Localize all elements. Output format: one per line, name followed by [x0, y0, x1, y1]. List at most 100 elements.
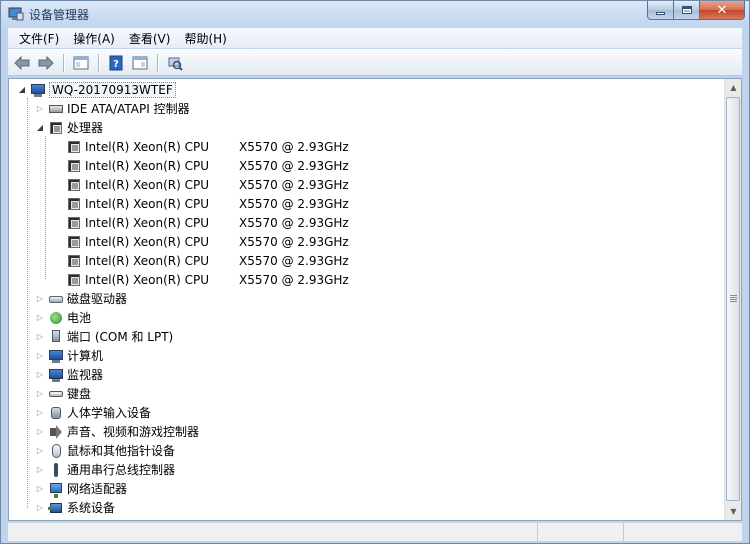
processor-model: X5570 @ 2.93GHz — [239, 177, 349, 192]
tree-node-battery[interactable]: ▷ 电池 — [35, 308, 91, 327]
back-button[interactable] — [12, 53, 32, 73]
processor-name: Intel(R) Xeon(R) CPU — [85, 158, 210, 173]
expand-arrow-icon[interactable]: ▷ — [35, 446, 45, 456]
tree-node-sound[interactable]: ▷ 声音、视频和游戏控制器 — [35, 422, 199, 441]
tree-node-label: 声音、视频和游戏控制器 — [67, 425, 200, 439]
processor-icon — [48, 120, 64, 136]
toolbar-separator — [63, 53, 64, 72]
processor-model: X5570 @ 2.93GHz — [239, 139, 349, 154]
tree-node-label: 系统设备 — [67, 501, 116, 515]
processor-model: X5570 @ 2.93GHz — [239, 234, 349, 249]
menu-action[interactable]: 操作(A) — [66, 30, 122, 47]
tree-node-label: 计算机 — [67, 349, 104, 363]
caption-buttons: ✕ — [647, 1, 745, 21]
scrollbar-thumb[interactable] — [726, 97, 740, 501]
tree-node-root[interactable]: ◢ WQ-20170913WTEF — [17, 80, 176, 99]
expand-arrow-icon[interactable]: ▷ — [35, 370, 45, 380]
computer-icon — [30, 82, 46, 98]
port-icon — [48, 329, 64, 345]
tree-node-system[interactable]: ▷ 系统设备 — [35, 498, 115, 517]
tree-node-disk-drives[interactable]: ▷ 磁盘驱动器 — [35, 289, 127, 308]
expand-arrow-icon[interactable]: ▷ — [35, 484, 45, 494]
collapse-arrow-icon[interactable]: ◢ — [17, 85, 27, 95]
battery-icon — [48, 310, 64, 326]
processor-icon — [66, 272, 82, 288]
processor-item[interactable]: Intel(R) Xeon(R) CPU X5570 @ 2.93GHz — [63, 194, 349, 213]
vertical-scrollbar[interactable]: ▲ ▼ — [724, 79, 741, 520]
tree-guide-line — [45, 136, 46, 279]
expand-arrow-icon[interactable]: ▷ — [35, 351, 45, 361]
hid-icon — [48, 405, 64, 421]
speaker-icon — [48, 424, 64, 440]
tree-node-label: 鼠标和其他指针设备 — [67, 444, 176, 458]
processor-item[interactable]: Intel(R) Xeon(R) CPU X5570 @ 2.93GHz — [63, 270, 349, 289]
close-icon: ✕ — [716, 2, 728, 18]
menu-help[interactable]: 帮助(H) — [177, 30, 233, 47]
tree-node-keyboards[interactable]: ▷ 键盘 — [35, 384, 91, 403]
expand-arrow-icon[interactable]: ▷ — [35, 313, 45, 323]
show-hide-console-tree-icon — [73, 56, 89, 69]
tree-node-label: 通用串行总线控制器 — [67, 463, 176, 477]
status-bar — [8, 522, 742, 541]
processor-item[interactable]: Intel(R) Xeon(R) CPU X5570 @ 2.93GHz — [63, 213, 349, 232]
tree-node-processors[interactable]: ◢ 处理器 — [35, 118, 103, 137]
processor-model: X5570 @ 2.93GHz — [239, 158, 349, 173]
forward-button[interactable] — [36, 53, 56, 73]
tree-node-ports[interactable]: ▷ 端口 (COM 和 LPT) — [35, 327, 173, 346]
forward-icon — [38, 55, 54, 70]
expand-arrow-icon[interactable]: ▷ — [35, 332, 45, 342]
toolbar-separator — [157, 53, 158, 72]
scroll-down-button[interactable]: ▼ — [725, 503, 741, 520]
tree-node-usb[interactable]: ▷ 通用串行总线控制器 — [35, 460, 175, 479]
expand-arrow-icon[interactable]: ▷ — [35, 427, 45, 437]
tree-node-monitors[interactable]: ▷ 监视器 — [35, 365, 103, 384]
expand-arrow-icon[interactable]: ▷ — [35, 389, 45, 399]
status-pane — [624, 523, 742, 541]
expand-arrow-icon[interactable]: ▷ — [35, 408, 45, 418]
maximize-button[interactable] — [674, 1, 700, 20]
processor-name: Intel(R) Xeon(R) CPU — [85, 215, 210, 230]
minimize-button[interactable] — [647, 1, 674, 20]
expand-arrow-icon[interactable]: ▷ — [35, 294, 45, 304]
processor-item[interactable]: Intel(R) Xeon(R) CPU X5570 @ 2.93GHz — [63, 137, 349, 156]
back-icon — [14, 55, 30, 70]
minimize-icon — [656, 12, 665, 15]
maximize-icon — [681, 6, 692, 14]
console-tree-button[interactable] — [71, 53, 91, 73]
tree-node-ide[interactable]: ▷ IDE ATA/ATAPI 控制器 — [35, 99, 190, 118]
device-tree-panel: ◢ WQ-20170913WTEF ▷ IDE ATA/ATAPI 控制器 ◢ … — [8, 78, 742, 521]
system-device-icon — [48, 500, 64, 516]
menu-view[interactable]: 查看(V) — [122, 30, 178, 47]
tree-node-label: 网络适配器 — [67, 482, 128, 496]
tree-node-network[interactable]: ▷ 网络适配器 — [35, 479, 127, 498]
tree-node-label: 人体学输入设备 — [67, 406, 152, 420]
scan-hardware-button[interactable] — [165, 53, 185, 73]
close-button[interactable]: ✕ — [700, 1, 745, 20]
scroll-up-button[interactable]: ▲ — [725, 79, 741, 96]
processor-item[interactable]: Intel(R) Xeon(R) CPU X5570 @ 2.93GHz — [63, 175, 349, 194]
processor-item[interactable]: Intel(R) Xeon(R) CPU X5570 @ 2.93GHz — [63, 251, 349, 270]
device-tree: ◢ WQ-20170913WTEF ▷ IDE ATA/ATAPI 控制器 ◢ … — [9, 79, 724, 520]
title-bar[interactable]: 设备管理器 ✕ — [1, 1, 749, 27]
disk-drive-icon — [48, 291, 64, 307]
processor-name: Intel(R) Xeon(R) CPU — [85, 253, 210, 268]
processor-item[interactable]: Intel(R) Xeon(R) CPU X5570 @ 2.93GHz — [63, 156, 349, 175]
chevron-down-icon: ▼ — [730, 507, 737, 516]
processor-name: Intel(R) Xeon(R) CPU — [85, 177, 210, 192]
processor-icon — [66, 215, 82, 231]
tree-node-computer[interactable]: ▷ 计算机 — [35, 346, 103, 365]
usb-icon — [48, 462, 64, 478]
toolbar-separator — [98, 53, 99, 72]
tree-node-label: 监视器 — [67, 368, 104, 382]
tree-node-mice[interactable]: ▷ 鼠标和其他指针设备 — [35, 441, 175, 460]
menu-file[interactable]: 文件(F) — [12, 30, 66, 47]
tree-node-hid[interactable]: ▷ 人体学输入设备 — [35, 403, 151, 422]
expand-arrow-icon[interactable]: ▷ — [35, 104, 45, 114]
properties-button[interactable] — [130, 53, 150, 73]
processor-item[interactable]: Intel(R) Xeon(R) CPU X5570 @ 2.93GHz — [63, 232, 349, 251]
expand-arrow-icon[interactable]: ▷ — [35, 465, 45, 475]
expand-arrow-icon[interactable]: ▷ — [35, 503, 45, 513]
computer-icon — [48, 348, 64, 364]
collapse-arrow-icon[interactable]: ◢ — [35, 123, 45, 133]
help-button[interactable]: ? — [106, 53, 126, 73]
